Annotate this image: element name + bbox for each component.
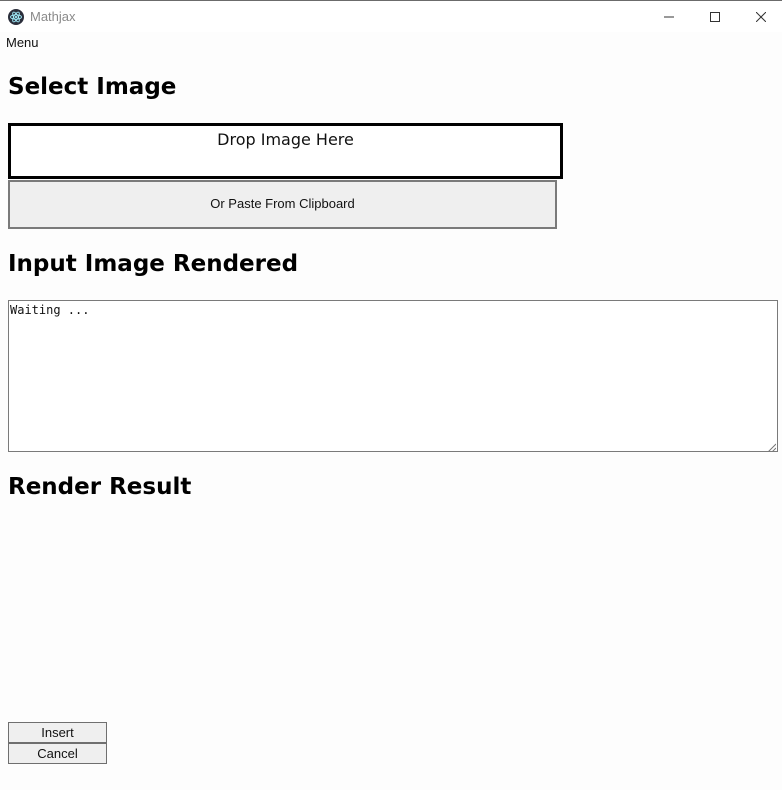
paste-from-clipboard-button[interactable]: Or Paste From Clipboard: [8, 180, 557, 229]
title-bar[interactable]: Mathjax: [0, 1, 782, 32]
maximize-button[interactable]: [692, 2, 738, 32]
select-image-heading: Select Image: [8, 74, 177, 100]
menu-bar: Menu: [0, 33, 782, 53]
cancel-button[interactable]: Cancel: [8, 743, 107, 764]
resize-grip-icon[interactable]: [767, 441, 777, 453]
app-icon: [8, 9, 24, 25]
render-result-heading: Render Result: [8, 474, 192, 500]
minimize-button[interactable]: [646, 2, 692, 32]
window-title: Mathjax: [30, 9, 76, 24]
input-image-rendered-heading: Input Image Rendered: [8, 251, 299, 277]
image-drop-zone[interactable]: Drop Image Here: [8, 123, 563, 179]
minimize-icon: [664, 12, 674, 22]
drop-zone-label: Drop Image Here: [217, 130, 354, 149]
close-icon: [756, 12, 766, 22]
close-button[interactable]: [738, 2, 782, 32]
insert-button[interactable]: Insert: [8, 722, 107, 743]
textarea-value: Waiting ...: [10, 303, 90, 317]
rendered-input-textarea[interactable]: Waiting ...: [8, 300, 778, 453]
menu-item-menu[interactable]: Menu: [6, 35, 39, 50]
maximize-icon: [710, 12, 720, 22]
